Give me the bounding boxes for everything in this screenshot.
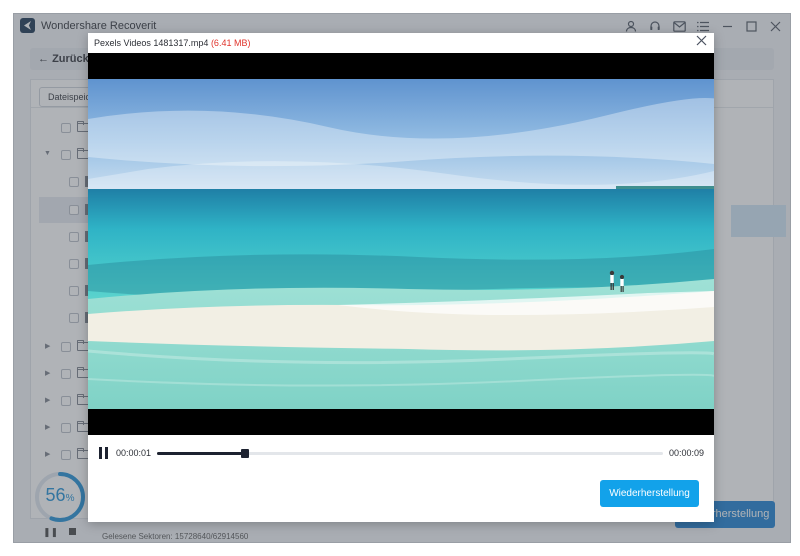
playback-controls: 00:00:01 00:00:09 bbox=[88, 435, 714, 471]
current-time: 00:00:01 bbox=[116, 448, 152, 458]
pause-icon[interactable] bbox=[98, 447, 110, 459]
dialog-title: Pexels Videos 1481317.mp4 (6.41 MB) bbox=[94, 38, 250, 48]
close-icon[interactable] bbox=[694, 35, 708, 49]
video-preview-dialog: Pexels Videos 1481317.mp4 (6.41 MB) 00:0… bbox=[88, 33, 714, 522]
file-name: Pexels Videos 1481317.mp4 bbox=[94, 38, 209, 48]
recover-button[interactable]: Wiederherstellung bbox=[600, 480, 699, 507]
seek-bar[interactable] bbox=[157, 449, 663, 458]
video-frame bbox=[88, 79, 714, 409]
video-player[interactable] bbox=[88, 53, 714, 435]
file-size: (6.41 MB) bbox=[210, 38, 251, 48]
total-time: 00:00:09 bbox=[668, 448, 704, 458]
seek-handle[interactable] bbox=[241, 449, 249, 458]
seek-bar-progress bbox=[157, 452, 243, 455]
